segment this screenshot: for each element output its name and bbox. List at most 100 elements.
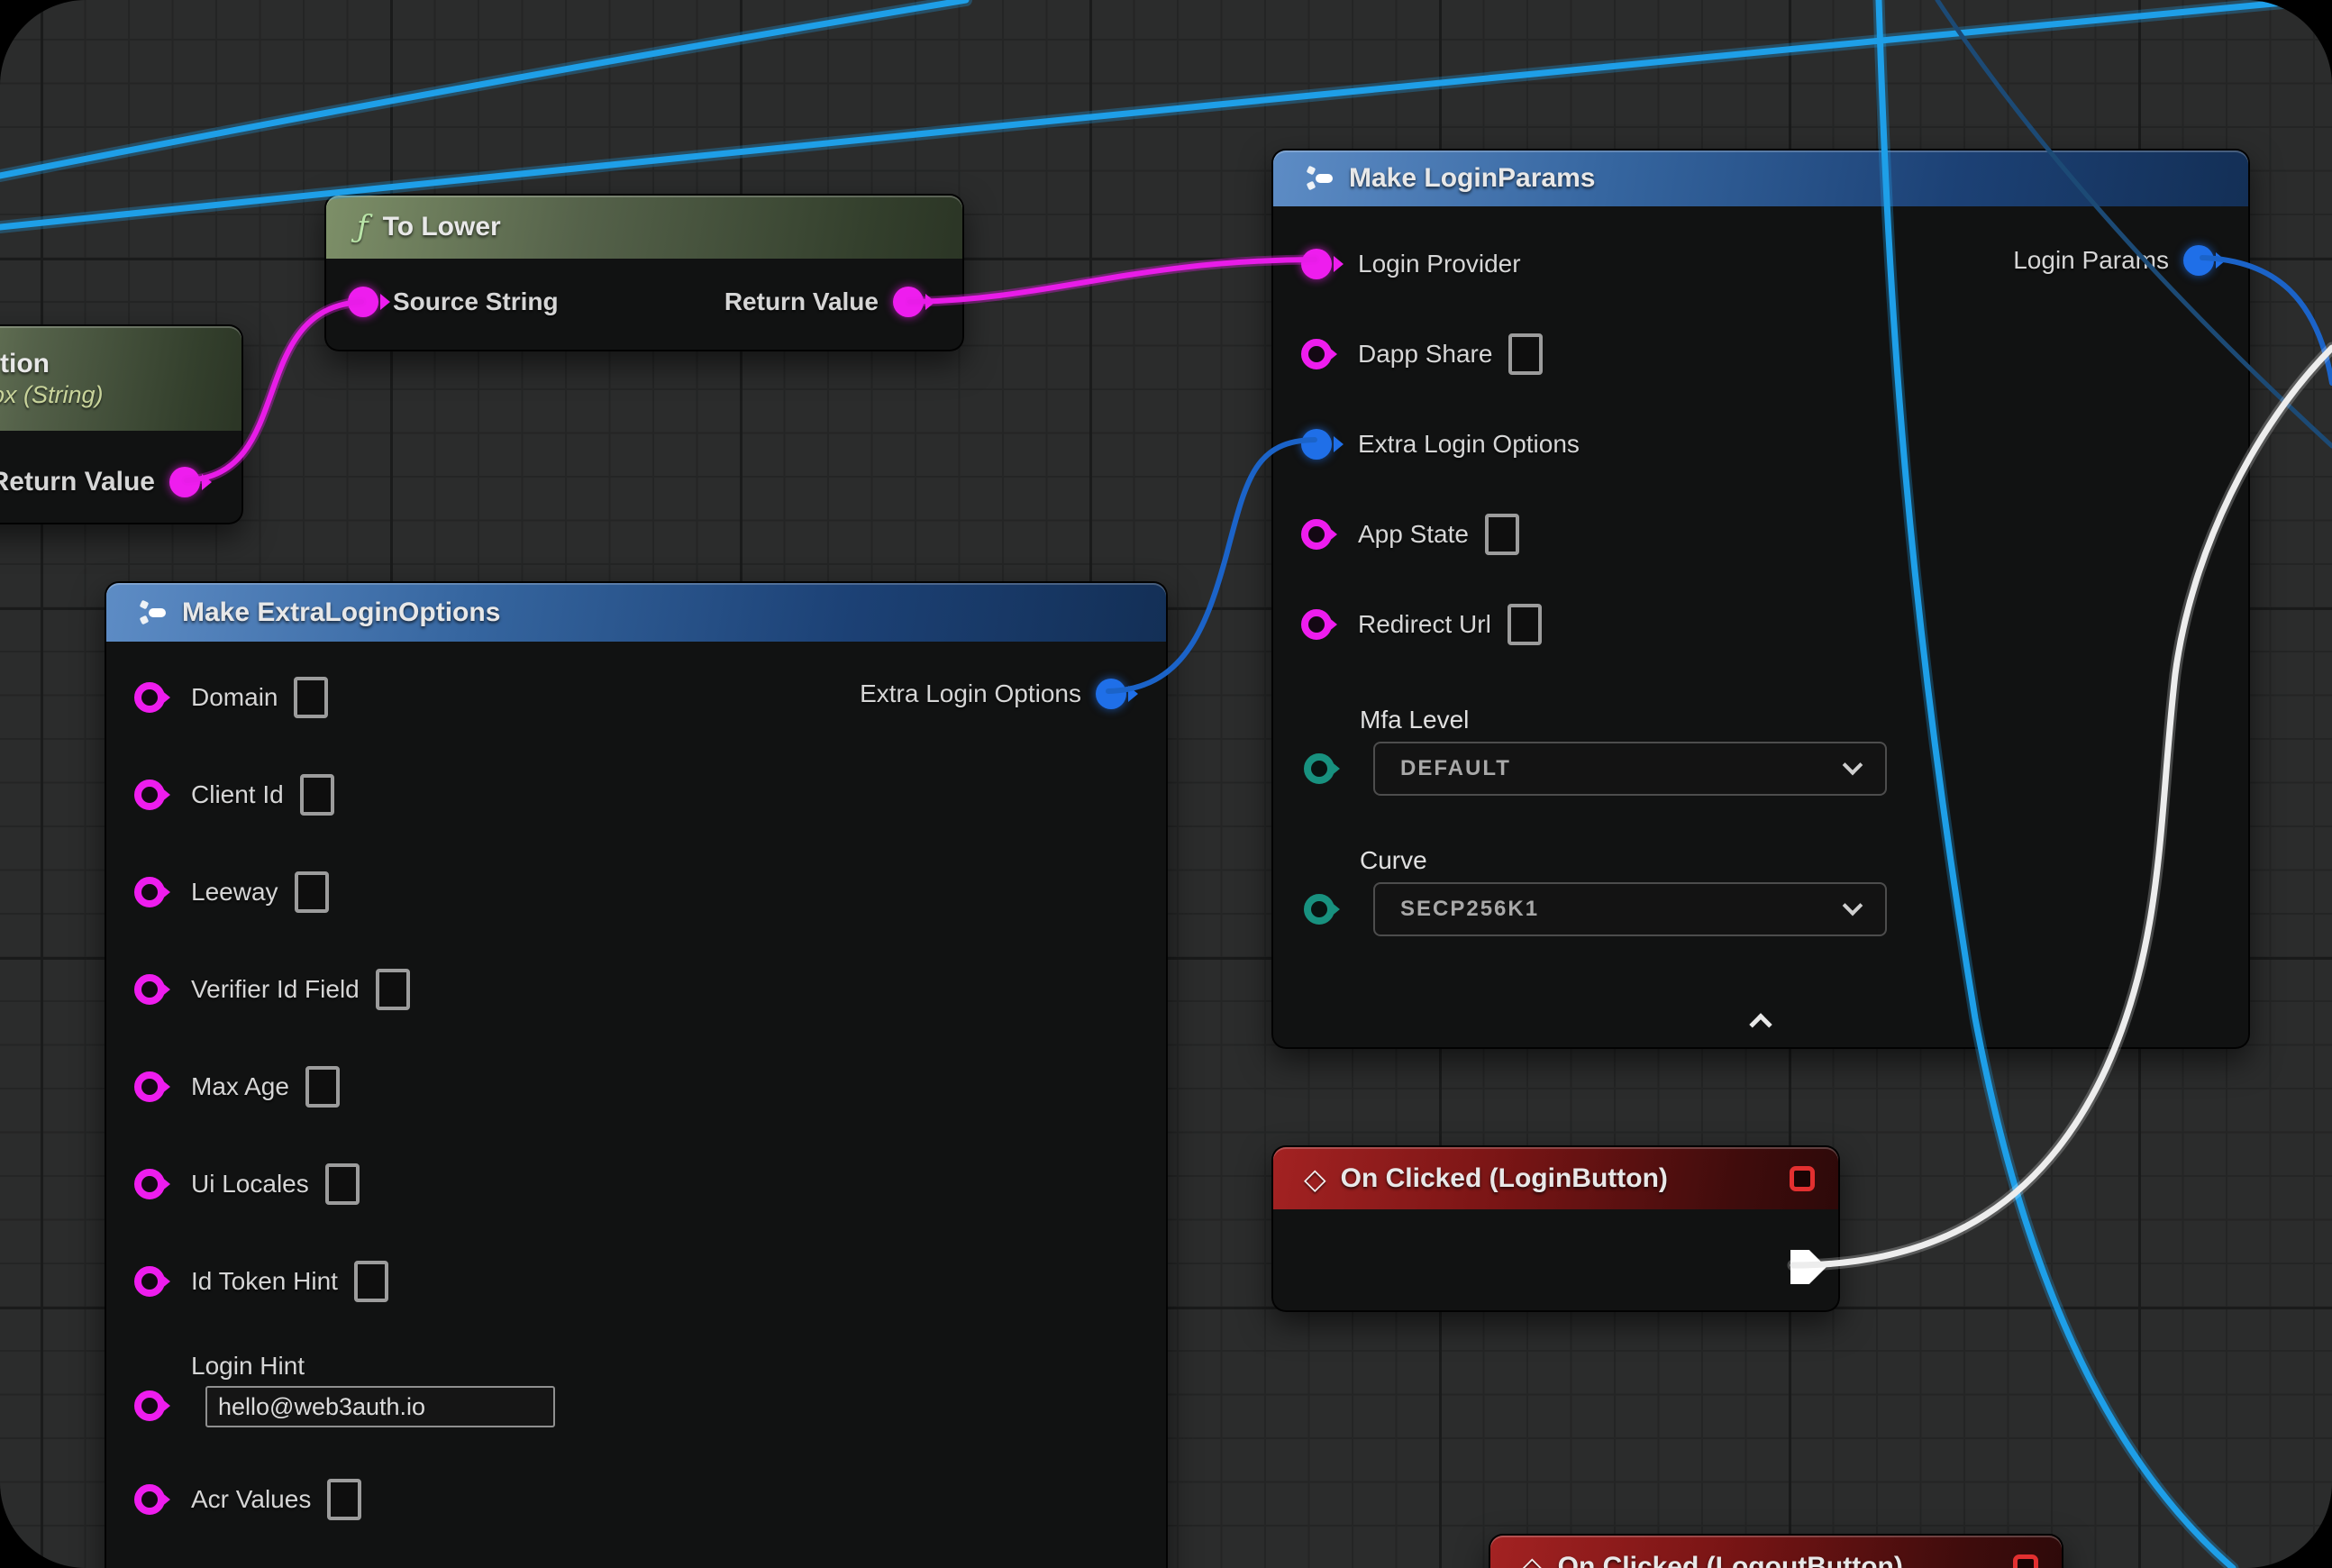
dropdown-value-curve: SECP256K1	[1400, 897, 1539, 922]
dropdown-chevron-icon	[1843, 755, 1863, 776]
pin-label-leeway: Leeway	[191, 878, 278, 907]
pin-label-acr-values: Acr Values	[191, 1485, 311, 1514]
pin-dapp-share-input[interactable]	[1301, 339, 1332, 369]
pin-leeway-input[interactable]	[134, 877, 165, 907]
pin-label-extra-login-options: Extra Login Options	[1358, 430, 1580, 459]
pin-label-client-id: Client Id	[191, 780, 284, 809]
pin-row-client-id: Client Id	[106, 746, 1166, 843]
node-to-lower[interactable]: ƒ To Lower Source String Return Value	[324, 194, 964, 351]
pin-row-login-hint: Login Hint	[106, 1348, 1166, 1427]
pin-row-redirect-url: Redirect Url	[1273, 579, 2248, 670]
make-login-params-header: Make LoginParams	[1273, 150, 2248, 206]
pin-client-id-input[interactable]	[134, 779, 165, 810]
make-extra-login-options-header: Make ExtraLoginOptions	[106, 583, 1166, 642]
pin-label-source-string: Source String	[393, 287, 559, 316]
pin-label-login-provider: Login Provider	[1358, 250, 1521, 278]
extra-login-options-pin-rows: DomainClient IdLeewayVerifier Id FieldMa…	[106, 642, 1166, 1548]
wire-background-blue-1	[0, 0, 966, 176]
pin-row-extra-login-options: Extra Login Options	[1273, 399, 2248, 489]
pin-mfa-level-input[interactable]	[1304, 753, 1335, 784]
pin-label-return-value: Return Value	[724, 287, 879, 316]
wire-background-blue-1-glow	[0, 0, 966, 176]
node-make-login-params[interactable]: Make LoginParams Login Provider Dapp Shar…	[1271, 149, 2250, 1049]
dropdown-chevron-icon	[1843, 896, 1863, 916]
string-source-header: tion ox (String)	[0, 326, 241, 431]
pin-row-mfa-level: Mfa Level DEFAULT	[1273, 702, 2248, 796]
checkbox-domain[interactable]	[294, 677, 328, 718]
function-f-icon: ƒ	[357, 209, 369, 245]
make-struct-icon	[1304, 165, 1335, 192]
pin-app-state-input[interactable]	[1301, 519, 1332, 550]
pin-return-value-output[interactable]	[169, 467, 200, 497]
pin-verifier-id-field-input[interactable]	[134, 974, 165, 1005]
pin-login-hint-input[interactable]	[134, 1390, 165, 1421]
checkbox-dapp-share[interactable]	[1508, 333, 1543, 375]
text-input-login-hint[interactable]	[205, 1386, 555, 1427]
delegate-square-icon[interactable]	[2013, 1554, 2038, 1568]
blueprint-graph-canvas[interactable]: tion ox (String) Return Value ƒ To Lower…	[0, 0, 2332, 1568]
checkbox-ui-locales[interactable]	[325, 1163, 360, 1205]
pin-row-app-state: App State	[1273, 489, 2248, 579]
pin-row-ui-locales: Ui Locales	[106, 1135, 1166, 1233]
exec-output-pin[interactable]	[1790, 1250, 1826, 1284]
on-clicked-logout-header: ◇ On Clicked (LogoutButton)	[1490, 1536, 2062, 1568]
pin-redirect-url-input[interactable]	[1301, 609, 1332, 640]
pin-label-app-state: App State	[1358, 520, 1469, 549]
pin-ui-locales-input[interactable]	[134, 1169, 165, 1199]
pin-label-login-params: Login Params	[2013, 246, 2169, 275]
wire-tolower-to-login-provider[interactable]	[910, 260, 1315, 302]
pin-extra-login-options-input[interactable]	[1301, 429, 1332, 460]
node-subtitle: ox (String)	[0, 381, 104, 409]
pin-label-verifier-id-field: Verifier Id Field	[191, 975, 360, 1004]
pin-login-provider-input[interactable]	[1301, 249, 1332, 279]
checkbox-acr-values[interactable]	[327, 1479, 361, 1520]
checkbox-app-state[interactable]	[1485, 514, 1519, 555]
login-params-pin-rows: Login Provider Dapp Share Extra Login Opti…	[1273, 206, 2248, 936]
pin-extra-login-options-output[interactable]	[1096, 679, 1126, 709]
checkbox-redirect-url[interactable]	[1508, 604, 1542, 645]
dropdown-value-mfa-level: DEFAULT	[1400, 756, 1511, 781]
pin-row-leeway: Leeway	[106, 843, 1166, 941]
checkbox-max-age[interactable]	[305, 1066, 340, 1108]
node-title: On Clicked (LogoutButton)	[1558, 1552, 1903, 1568]
pin-row-acr-values: Acr Values	[106, 1451, 1166, 1548]
pin-row-id-token-hint: Id Token Hint	[106, 1233, 1166, 1330]
pin-label-mfa-level: Mfa Level	[1360, 702, 2248, 738]
pin-label-return-value: Return Value	[0, 467, 155, 497]
node-on-clicked-login-button[interactable]: ◇ On Clicked (LoginButton)	[1271, 1145, 1840, 1312]
pin-label-extra-login-options: Extra Login Options	[860, 679, 1081, 708]
pin-label-curve: Curve	[1360, 843, 2248, 879]
make-struct-icon	[137, 599, 168, 626]
pin-acr-values-input[interactable]	[134, 1484, 165, 1515]
checkbox-leeway[interactable]	[295, 871, 329, 913]
node-string-source-clipped[interactable]: tion ox (String) Return Value	[0, 324, 243, 524]
node-title: To Lower	[383, 212, 501, 242]
pin-row-dapp-share: Dapp Share	[1273, 309, 2248, 399]
pin-source-string-input[interactable]	[348, 287, 378, 317]
dropdown-mfa-level[interactable]: DEFAULT	[1373, 742, 1887, 796]
to-lower-header: ƒ To Lower	[326, 196, 962, 259]
pin-return-value-output[interactable]	[893, 287, 924, 317]
pin-label-login-hint: Login Hint	[191, 1348, 1166, 1384]
pin-curve-input[interactable]	[1304, 894, 1335, 925]
node-make-extra-login-options[interactable]: Make ExtraLoginOptions DomainClient IdLe…	[105, 581, 1168, 1568]
pin-id-token-hint-input[interactable]	[134, 1266, 165, 1297]
pin-label-id-token-hint: Id Token Hint	[191, 1267, 338, 1296]
node-on-clicked-logout-button[interactable]: ◇ On Clicked (LogoutButton)	[1489, 1534, 2063, 1568]
dropdown-curve[interactable]: SECP256K1	[1373, 882, 1887, 936]
collapse-chevron-icon[interactable]	[1749, 1013, 1772, 1035]
delegate-square-icon[interactable]	[1790, 1166, 1815, 1191]
pin-login-params-output[interactable]	[2183, 245, 2214, 276]
pin-domain-input[interactable]	[134, 682, 165, 713]
checkbox-client-id[interactable]	[300, 774, 334, 816]
node-title: Make ExtraLoginOptions	[182, 597, 500, 628]
checkbox-verifier-id-field[interactable]	[376, 969, 410, 1010]
node-title: Make LoginParams	[1349, 163, 1595, 194]
pin-max-age-input[interactable]	[134, 1071, 165, 1102]
checkbox-id-token-hint[interactable]	[354, 1261, 388, 1302]
wire-tolower-to-provider-glow	[910, 260, 1315, 302]
node-title: On Clicked (LoginButton)	[1341, 1163, 1668, 1194]
event-diamond-icon: ◇	[1521, 1550, 1544, 1568]
pin-label-dapp-share: Dapp Share	[1358, 340, 1492, 369]
pin-row-verifier-id-field: Verifier Id Field	[106, 941, 1166, 1038]
